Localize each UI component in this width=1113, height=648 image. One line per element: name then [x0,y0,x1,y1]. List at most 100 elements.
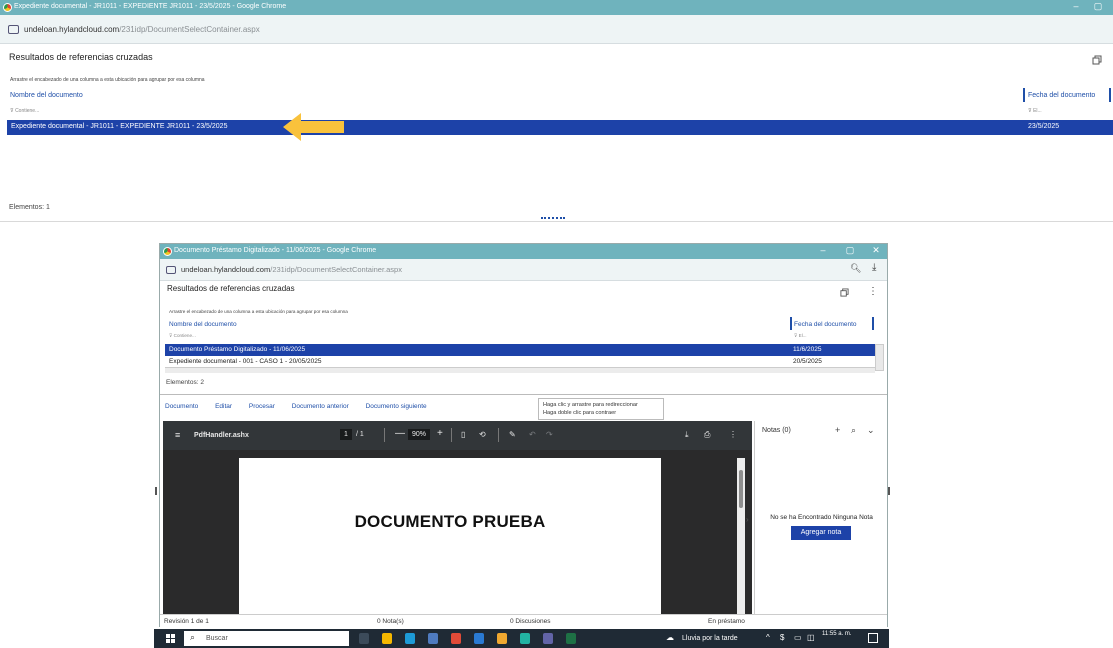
volume-icon[interactable]: ◫ [807,633,815,642]
download-icon[interactable]: ⤓ [872,262,876,273]
group-by-hint: Arrastre el encabezado de una columna a … [169,309,348,314]
network-icon[interactable]: ▭ [794,633,802,642]
search-placeholder: Buscar [206,635,228,642]
cell-document-name: Expediente documental - 001 - CASO 1 - 2… [169,358,322,365]
action-editar[interactable]: Editar [215,403,232,410]
add-note-button[interactable]: Agregar nota [791,526,851,540]
restore-window-icon[interactable] [840,288,849,297]
excel-icon[interactable] [566,633,576,644]
download-icon[interactable]: ⤓ [685,430,689,440]
minimize-icon[interactable]: – [815,245,831,255]
page-number-input[interactable]: 1 [340,429,352,440]
action-procesar[interactable]: Procesar [249,403,275,410]
splitter-tooltip: Haga clic y arrastre para redireccionar … [538,398,664,420]
close-icon[interactable]: ✕ [868,245,884,256]
cell-document-name: Expediente documental - JR1011 - EXPEDIE… [11,123,228,130]
app-icon[interactable] [520,633,530,644]
zoom-level-input[interactable]: 90% [408,429,430,440]
url-text[interactable]: undeloan.hylandcloud.com/231idp/Document… [181,265,402,274]
annotate-icon[interactable]: ✎ [509,430,516,439]
status-bar: Revisión 1 de 1 0 Nota(s) 0 Discusiones … [160,614,887,627]
redo-icon[interactable]: ↷ [546,430,553,439]
column-header-date[interactable]: Fecha del documento [794,321,857,328]
column-resize-handle[interactable] [872,317,874,330]
address-bar[interactable]: undeloan.hylandcloud.com/231idp/Document… [0,15,1113,44]
splitter-tab-right[interactable] [888,487,890,495]
search-icon[interactable]: ⌕ [851,425,856,436]
more-options-icon[interactable]: ⋮ [868,286,878,297]
collapse-icon[interactable]: ⌄ [867,425,875,436]
site-info-icon[interactable] [166,266,176,274]
search-icon: ⌕ [190,632,196,642]
scrollbar-thumb[interactable] [739,470,743,508]
address-bar[interactable]: undeloan.hylandcloud.com/231idp/Document… [160,259,887,281]
table-row[interactable]: Expediente documental - 001 - CASO 1 - 2… [165,356,875,368]
column-header-date[interactable]: Fecha del documento [1028,92,1095,99]
action-documento[interactable]: Documento [165,403,198,410]
weather-text[interactable]: Lluvia por la tarde [682,635,738,642]
add-icon[interactable]: + [835,425,840,435]
annotation-arrow-icon [283,113,344,141]
pane-divider[interactable] [160,394,887,395]
filter-name-input[interactable]: ⊽ Contiene... [169,333,196,339]
window-title: Expediente documental - JR1011 - EXPEDIE… [14,3,287,10]
print-icon[interactable]: ⎙ [704,430,710,440]
chevron-right-icon[interactable]: › [746,515,749,524]
maximize-icon[interactable]: ▢ [842,245,858,256]
store-icon[interactable] [428,633,438,644]
cell-document-date: 11/6/2025 [793,346,822,353]
bottom-browser-window: Documento Préstamo Digitalizado - 11/06/… [159,243,888,627]
currency-icon[interactable]: $ [780,633,784,642]
zoom-out-icon[interactable]: — [395,428,405,439]
column-resize-handle[interactable] [790,317,792,330]
splitter-handle[interactable] [541,217,565,220]
site-info-icon[interactable] [8,25,19,34]
column-resize-handle[interactable] [1023,88,1025,102]
app-icon[interactable] [497,633,507,644]
grid-vertical-scrollbar[interactable] [875,344,884,371]
windows-start-icon[interactable] [166,634,175,643]
table-row[interactable]: Expediente documental - JR1011 - EXPEDIE… [7,120,1113,135]
action-documento-anterior[interactable]: Documento anterior [292,403,349,410]
pdf-scrollbar[interactable] [737,458,745,614]
tooltip-line: Haga doble clic para contraer [543,409,617,416]
title-bar: Expediente documental - JR1011 - EXPEDIE… [0,0,1113,15]
notification-icon[interactable] [868,633,878,643]
pdf-toolbar: ≡ PdfHandler.ashx 1 / 1 — 90% + ▯ ⟲ ✎ ↶ … [163,421,752,450]
maximize-icon[interactable]: ▢ [1090,1,1106,12]
minimize-icon[interactable]: – [1068,1,1084,11]
weather-icon[interactable]: ☁ [666,633,674,642]
restore-window-icon[interactable] [1092,55,1102,65]
filter-date-input[interactable]: ⊽ El... [794,333,807,339]
task-view-icon[interactable] [359,633,369,644]
filter-date-input[interactable]: ⊽ El... [1028,108,1042,114]
undo-icon[interactable]: ↶ [529,430,536,439]
rotate-icon[interactable]: ⟲ [479,430,486,439]
teams-icon[interactable] [543,633,553,644]
column-resize-handle[interactable] [1109,88,1111,102]
column-header-name[interactable]: Nombre del documento [10,92,83,99]
outlook-icon[interactable] [474,633,484,644]
action-documento-siguiente[interactable]: Documento siguiente [366,403,427,410]
grid-horizontal-scrollbar[interactable] [165,368,875,373]
fit-page-icon[interactable]: ▯ [461,430,465,439]
taskbar-clock[interactable]: 11:55 a. m. [822,631,852,638]
table-row[interactable]: Documento Préstamo Digitalizado - 11/06/… [165,344,875,356]
menu-icon[interactable]: ≡ [175,430,180,440]
page-total: / 1 [356,431,364,438]
url-text[interactable]: undeloan.hylandcloud.com/231idp/Document… [24,25,260,34]
pdf-viewer: ≡ PdfHandler.ashx 1 / 1 — 90% + ▯ ⟲ ✎ ↶ … [163,421,752,614]
taskbar-search[interactable]: ⌕ Buscar [184,631,349,646]
chrome-icon[interactable] [451,633,461,644]
notes-title: Notas (0) [762,427,791,434]
item-count: Elementos: 2 [166,379,204,386]
edge-icon[interactable] [405,633,415,644]
more-options-icon[interactable]: ⋮ [729,430,737,439]
splitter-tab-left[interactable] [155,487,157,495]
zoom-icon[interactable]: 🔍︎ [850,263,861,274]
column-header-name[interactable]: Nombre del documento [169,321,237,328]
chevron-up-icon[interactable]: ^ [766,633,770,642]
filter-name-input[interactable]: ⊽ Contiene... [10,108,39,114]
file-explorer-icon[interactable] [382,633,392,644]
zoom-in-icon[interactable]: + [437,428,443,439]
